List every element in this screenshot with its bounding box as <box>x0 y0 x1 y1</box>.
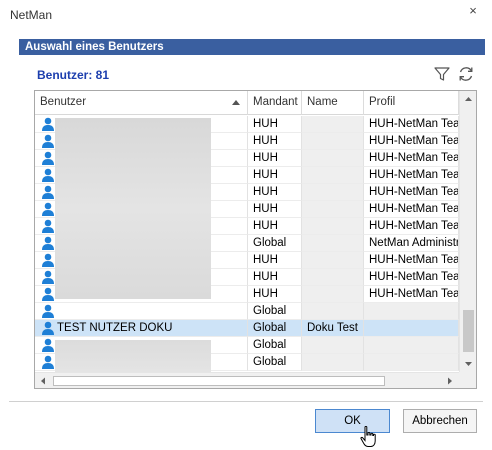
redacted-names <box>55 340 211 372</box>
cell-profil: HUH-NetMan Teach <box>364 269 459 286</box>
cell-mandant: Global <box>248 354 302 371</box>
cell-profil: HUH-NetMan Teach <box>364 133 459 150</box>
column-header-benutzer[interactable]: Benutzer <box>35 91 248 115</box>
cell-profil: HUH-NetMan Teach <box>364 201 459 218</box>
refresh-icon[interactable] <box>457 65 475 83</box>
window-title: NetMan <box>10 8 53 22</box>
user-icon <box>42 134 54 148</box>
title-bar: NetMan × <box>0 0 492 30</box>
filter-icon[interactable] <box>433 65 451 83</box>
user-icon <box>42 117 54 131</box>
user-icon <box>42 168 54 182</box>
scroll-down-icon[interactable] <box>460 355 477 372</box>
cell-profil: HUH-NetMan Teach <box>364 184 459 201</box>
cell-name <box>302 201 364 218</box>
cell-mandant: HUH <box>248 201 302 218</box>
cell-profil: NetMan Administra <box>364 235 459 252</box>
table-body: HUHHUH-NetMan TeachHUHHUH-NetMan TeachHU… <box>35 116 459 372</box>
cell-name <box>302 167 364 184</box>
cell-mandant: HUH <box>248 286 302 303</box>
scroll-up-icon[interactable] <box>460 91 477 108</box>
cell-name <box>302 184 364 201</box>
column-header-profil[interactable]: Profil <box>364 91 459 115</box>
cell-name: Doku Test <box>302 320 364 337</box>
horizontal-scrollbar[interactable] <box>35 372 459 388</box>
table-row[interactable]: Global <box>35 303 459 320</box>
cell-mandant: HUH <box>248 150 302 167</box>
scroll-left-icon[interactable] <box>35 373 52 389</box>
cell-profil: HUH-NetMan Teach <box>364 218 459 235</box>
cell-profil <box>364 320 459 337</box>
user-icon <box>42 236 54 250</box>
cell-mandant: HUH <box>248 184 302 201</box>
cell-name <box>302 269 364 286</box>
sort-ascending-icon <box>232 100 240 105</box>
column-header-mandant[interactable]: Mandant <box>248 91 302 115</box>
user-icon <box>42 185 54 199</box>
cell-name <box>302 354 364 371</box>
redacted-names <box>55 118 211 299</box>
cell-mandant: Global <box>248 235 302 252</box>
horizontal-scroll-thumb[interactable] <box>53 376 385 386</box>
cell-profil: HUH-NetMan Teach <box>364 286 459 303</box>
cell-profil: HUH-NetMan Teach <box>364 167 459 184</box>
cell-mandant: Global <box>248 320 302 337</box>
cell-profil: HUH-NetMan Teach <box>364 252 459 269</box>
cell-mandant: HUH <box>248 167 302 184</box>
cell-name <box>302 337 364 354</box>
scrollbar-corner <box>459 372 476 388</box>
user-icon <box>42 151 54 165</box>
user-icon <box>42 219 54 233</box>
cell-profil <box>364 337 459 354</box>
cell-name <box>302 252 364 269</box>
cell-mandant: HUH <box>248 133 302 150</box>
user-table: Benutzer Mandant Name Profil HUH HUH-NetM… <box>34 90 477 389</box>
cancel-button[interactable]: Abbrechen <box>403 409 477 433</box>
cell-mandant: HUH <box>248 269 302 286</box>
user-icon <box>42 338 54 352</box>
cell-name <box>302 150 364 167</box>
cell-mandant: HUH <box>248 218 302 235</box>
cell-profil <box>364 354 459 371</box>
column-header-name[interactable]: Name <box>302 91 364 115</box>
cell-name <box>302 235 364 252</box>
section-header: Auswahl eines Benutzers <box>19 39 485 55</box>
cell-mandant: Global <box>248 337 302 354</box>
user-icon <box>42 304 54 318</box>
user-icon <box>42 270 54 284</box>
cell-benutzer <box>35 303 248 320</box>
user-icon <box>42 355 54 369</box>
cell-name <box>302 116 364 133</box>
vertical-scroll-thumb[interactable] <box>463 310 474 352</box>
close-button[interactable]: × <box>462 1 484 21</box>
cell-profil: HUH-NetMan Teach <box>364 116 459 133</box>
cell-name <box>302 286 364 303</box>
cell-mandant: HUH <box>248 116 302 133</box>
cell-name <box>302 133 364 150</box>
cell-name <box>302 303 364 320</box>
cell-benutzer: TEST NUTZER DOKU <box>35 320 248 337</box>
user-icon <box>42 287 54 301</box>
user-count-label: Benutzer: 81 <box>37 68 110 82</box>
cell-name <box>302 218 364 235</box>
cell-mandant: HUH <box>248 252 302 269</box>
user-icon <box>42 321 54 335</box>
cell-profil: HUH-NetMan Teach <box>364 150 459 167</box>
user-icon <box>42 253 54 267</box>
footer-divider <box>9 401 483 402</box>
scroll-right-icon[interactable] <box>441 373 458 389</box>
user-icon <box>42 202 54 216</box>
cell-profil <box>364 303 459 320</box>
vertical-scrollbar[interactable] <box>459 91 476 372</box>
table-row[interactable]: TEST NUTZER DOKU Global Doku Test <box>35 320 459 337</box>
ok-button[interactable]: OK <box>315 409 390 433</box>
table-header: Benutzer Mandant Name Profil <box>35 91 459 115</box>
cell-mandant: Global <box>248 303 302 320</box>
